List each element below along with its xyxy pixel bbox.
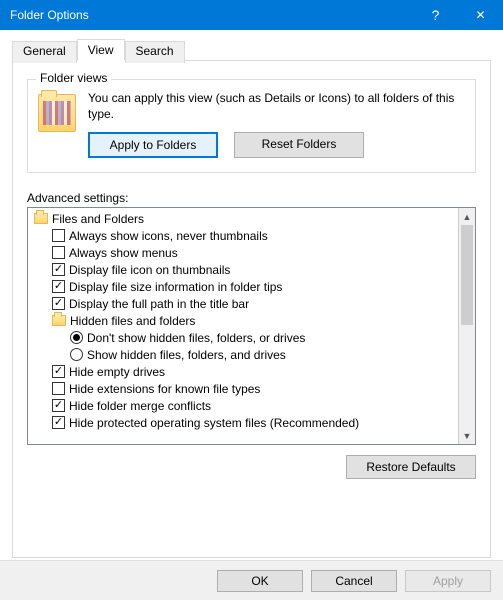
tree-item-label: Hide folder merge conflicts [69, 399, 211, 413]
checkbox[interactable] [52, 382, 65, 395]
tab-panel-view: Folder views You can apply this view (su… [12, 60, 491, 558]
scroll-thumb[interactable] [461, 225, 473, 325]
folder-icon [52, 315, 66, 326]
apply-button[interactable]: Apply [405, 570, 491, 592]
checkbox[interactable] [52, 246, 65, 259]
tree-item[interactable]: Display file size information in folder … [32, 278, 454, 295]
cancel-button[interactable]: Cancel [311, 570, 397, 592]
tree-item-label: Always show menus [69, 246, 178, 260]
tree-item-label: Display file icon on thumbnails [69, 263, 230, 277]
checkbox[interactable] [52, 229, 65, 242]
tree-item[interactable]: Hide protected operating system files (R… [32, 414, 454, 431]
advanced-settings-label: Advanced settings: [27, 191, 476, 205]
close-button[interactable]: ✕ [458, 0, 503, 30]
checkbox[interactable] [52, 365, 65, 378]
tree-item-label: Show hidden files, folders, and drives [87, 348, 286, 362]
tree-item[interactable]: Files and Folders [32, 210, 454, 227]
help-button[interactable]: ? [413, 0, 458, 30]
checkbox[interactable] [52, 297, 65, 310]
tree-item-label: Files and Folders [52, 212, 144, 226]
tree-item[interactable]: Always show icons, never thumbnails [32, 227, 454, 244]
tree-item-label: Hidden files and folders [70, 314, 195, 328]
checkbox[interactable] [52, 416, 65, 429]
tab-search[interactable]: Search [125, 41, 185, 63]
tree-item-label: Hide extensions for known file types [69, 382, 260, 396]
apply-to-folders-button[interactable]: Apply to Folders [88, 132, 218, 158]
folder-views-icon [38, 94, 76, 132]
tree-item[interactable]: Display file icon on thumbnails [32, 261, 454, 278]
tree-item-label: Always show icons, never thumbnails [69, 229, 268, 243]
titlebar: Folder Options ? ✕ [0, 0, 503, 30]
tree-item[interactable]: Always show menus [32, 244, 454, 261]
tree-item[interactable]: Don't show hidden files, folders, or dri… [32, 329, 454, 346]
restore-defaults-button[interactable]: Restore Defaults [346, 455, 476, 479]
scrollbar[interactable]: ▲ ▼ [458, 208, 475, 444]
advanced-settings-tree[interactable]: Files and Folders Always show icons, neve… [27, 207, 476, 445]
window-title: Folder Options [10, 8, 413, 22]
checkbox[interactable] [52, 399, 65, 412]
tab-general[interactable]: General [12, 41, 77, 63]
tree-item-label: Don't show hidden files, folders, or dri… [87, 331, 305, 345]
tree-item[interactable]: Hide empty drives [32, 363, 454, 380]
tree-item[interactable]: Hidden files and folders [32, 312, 454, 329]
radio[interactable] [70, 348, 83, 361]
folder-views-group: Folder views You can apply this view (su… [27, 79, 476, 173]
tree-item[interactable]: Show hidden files, folders, and drives [32, 346, 454, 363]
tree-item[interactable]: Hide extensions for known file types [32, 380, 454, 397]
tree-item-label: Hide protected operating system files (R… [69, 416, 359, 430]
folder-views-legend: Folder views [36, 71, 111, 85]
tree-item-label: Hide empty drives [69, 365, 165, 379]
radio[interactable] [70, 331, 83, 344]
folder-views-description: You can apply this view (such as Details… [88, 90, 465, 122]
scroll-up-button[interactable]: ▲ [459, 208, 475, 225]
checkbox[interactable] [52, 280, 65, 293]
reset-folders-button[interactable]: Reset Folders [234, 132, 364, 158]
tree-item-label: Display the full path in the title bar [69, 297, 249, 311]
tree-item[interactable]: Hide folder merge conflicts [32, 397, 454, 414]
checkbox[interactable] [52, 263, 65, 276]
tab-view[interactable]: View [77, 39, 125, 61]
tab-strip: General View Search [12, 39, 491, 61]
tree-item[interactable]: Display the full path in the title bar [32, 295, 454, 312]
dialog-footer: OK Cancel Apply [0, 560, 503, 600]
folder-icon [34, 213, 48, 224]
scroll-down-button[interactable]: ▼ [459, 427, 475, 444]
tree-item-label: Display file size information in folder … [69, 280, 282, 294]
scroll-track[interactable] [459, 225, 475, 427]
ok-button[interactable]: OK [217, 570, 303, 592]
